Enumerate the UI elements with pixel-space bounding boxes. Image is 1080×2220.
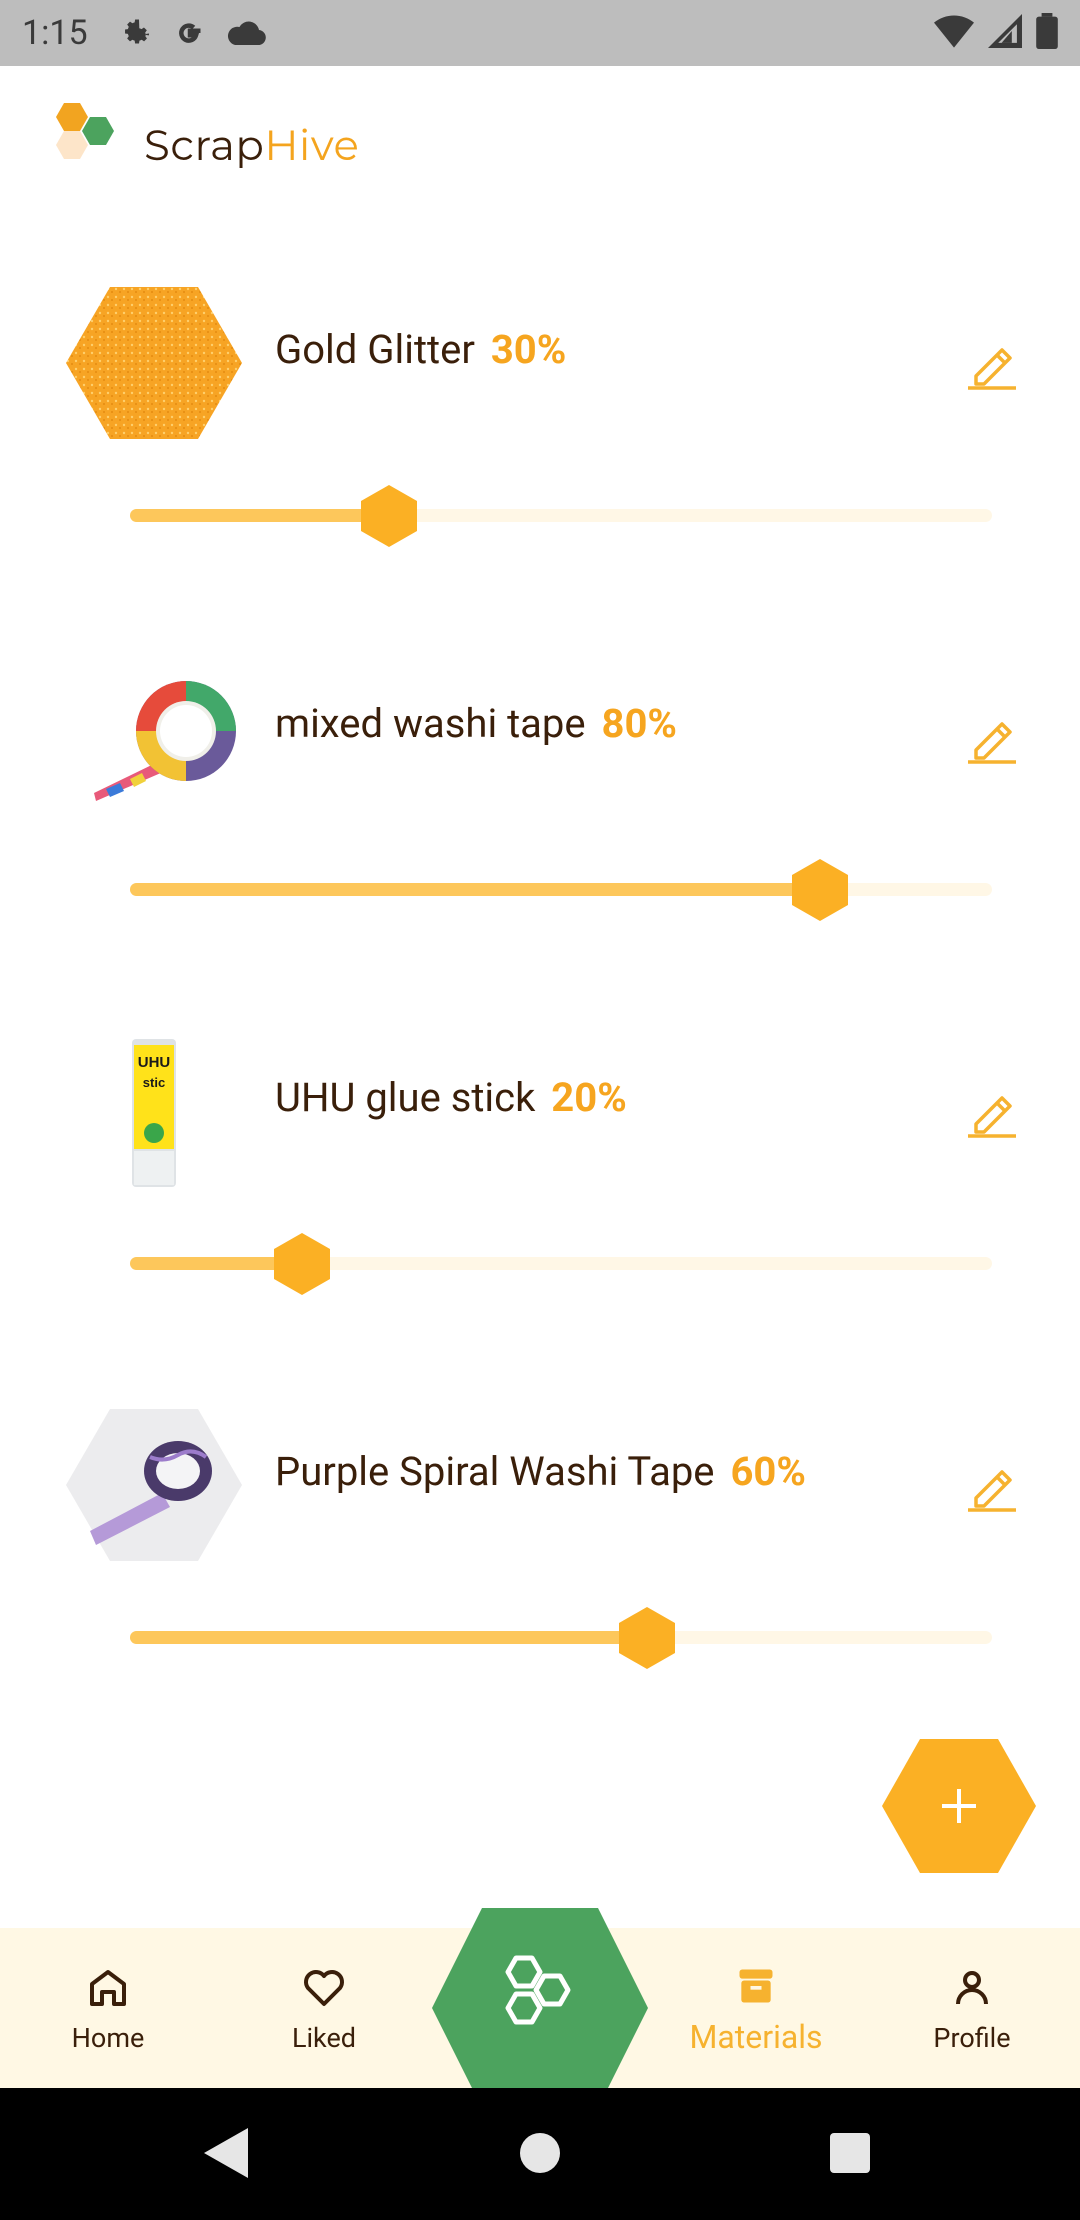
slider-fill <box>130 509 389 522</box>
edit-button[interactable] <box>964 1084 1020 1140</box>
material-item: UHU stic UHU glue stick 20% <box>0 1008 1080 1382</box>
nav-home[interactable]: Home <box>28 1964 188 2054</box>
material-name: Purple Spiral Washi Tape <box>275 1448 715 1495</box>
material-name: UHU glue stick <box>275 1074 536 1121</box>
nav-label: Profile <box>933 2022 1011 2054</box>
edit-button[interactable] <box>964 710 1020 766</box>
slider-thumb[interactable] <box>790 859 850 921</box>
status-right-icons <box>934 13 1058 53</box>
slider-thumb[interactable] <box>272 1233 332 1295</box>
heart-icon <box>300 1970 348 2016</box>
edit-button[interactable] <box>964 336 1020 392</box>
slider-fill <box>130 883 820 896</box>
google-icon <box>172 15 208 51</box>
level-slider[interactable] <box>130 859 992 921</box>
material-percent: 60% <box>730 1448 806 1495</box>
cloud-icon <box>226 18 268 48</box>
box-icon <box>734 1969 778 2012</box>
brand-part2: Hive <box>264 119 360 171</box>
slider-fill <box>130 1631 648 1644</box>
back-button[interactable] <box>204 2128 248 2182</box>
slider-thumb[interactable] <box>617 1607 677 1669</box>
center-hive-button[interactable] <box>432 1908 648 2088</box>
nav-liked[interactable]: Liked <box>244 1964 404 2054</box>
nav-profile[interactable]: Profile <box>892 1964 1052 2054</box>
home-icon <box>84 1970 132 2016</box>
svg-text:UHU: UHU <box>138 1054 171 1071</box>
add-material-button[interactable] <box>882 1739 1036 1873</box>
svg-text:stic: stic <box>143 1075 165 1090</box>
status-time: 1:15 <box>22 13 88 53</box>
level-slider[interactable] <box>130 485 992 547</box>
signal-icon <box>988 14 1022 52</box>
material-title: mixed washi tape 80% <box>275 700 677 747</box>
material-item: mixed washi tape 80% <box>0 634 1080 1008</box>
level-slider[interactable] <box>130 1233 992 1295</box>
level-slider[interactable] <box>130 1607 992 1669</box>
settings-icon <box>118 15 154 51</box>
system-navigation-bar <box>0 2088 1080 2220</box>
material-name: Gold Glitter <box>275 326 475 373</box>
material-item: Gold Glitter 30% <box>0 260 1080 634</box>
nav-materials[interactable]: Materials <box>676 1964 836 2056</box>
material-percent: 80% <box>601 700 677 747</box>
brand-part1: Scrap <box>144 119 265 171</box>
status-bar: 1:15 <box>0 0 1080 66</box>
material-name: mixed washi tape <box>275 700 586 747</box>
slider-thumb[interactable] <box>359 485 419 547</box>
nav-label: Home <box>71 2022 145 2054</box>
glue-stick-icon: UHU stic <box>66 1035 242 1187</box>
gold-glitter-hex-icon <box>66 287 242 439</box>
purple-washi-hex-icon <box>66 1409 242 1561</box>
material-title: Purple Spiral Washi Tape 60% <box>275 1448 806 1495</box>
app-header: ScrapHive <box>46 100 359 190</box>
nav-label: Materials <box>689 2018 823 2056</box>
washi-tape-roll-icon <box>66 661 242 813</box>
brand-name: ScrapHive <box>144 119 359 171</box>
person-icon <box>948 1971 996 2016</box>
recents-button[interactable] <box>828 2128 872 2182</box>
material-title: UHU glue stick 20% <box>275 1074 627 1121</box>
material-percent: 20% <box>551 1074 627 1121</box>
material-item: Purple Spiral Washi Tape 60% <box>0 1382 1080 1756</box>
battery-icon <box>1036 13 1058 53</box>
edit-button[interactable] <box>964 1458 1020 1514</box>
honeycomb-logo-icon <box>46 101 130 189</box>
nav-label: Liked <box>291 2022 357 2054</box>
material-percent: 30% <box>490 326 567 373</box>
material-title: Gold Glitter 30% <box>275 326 566 373</box>
wifi-icon <box>934 14 974 52</box>
home-system-button[interactable] <box>518 2128 562 2182</box>
